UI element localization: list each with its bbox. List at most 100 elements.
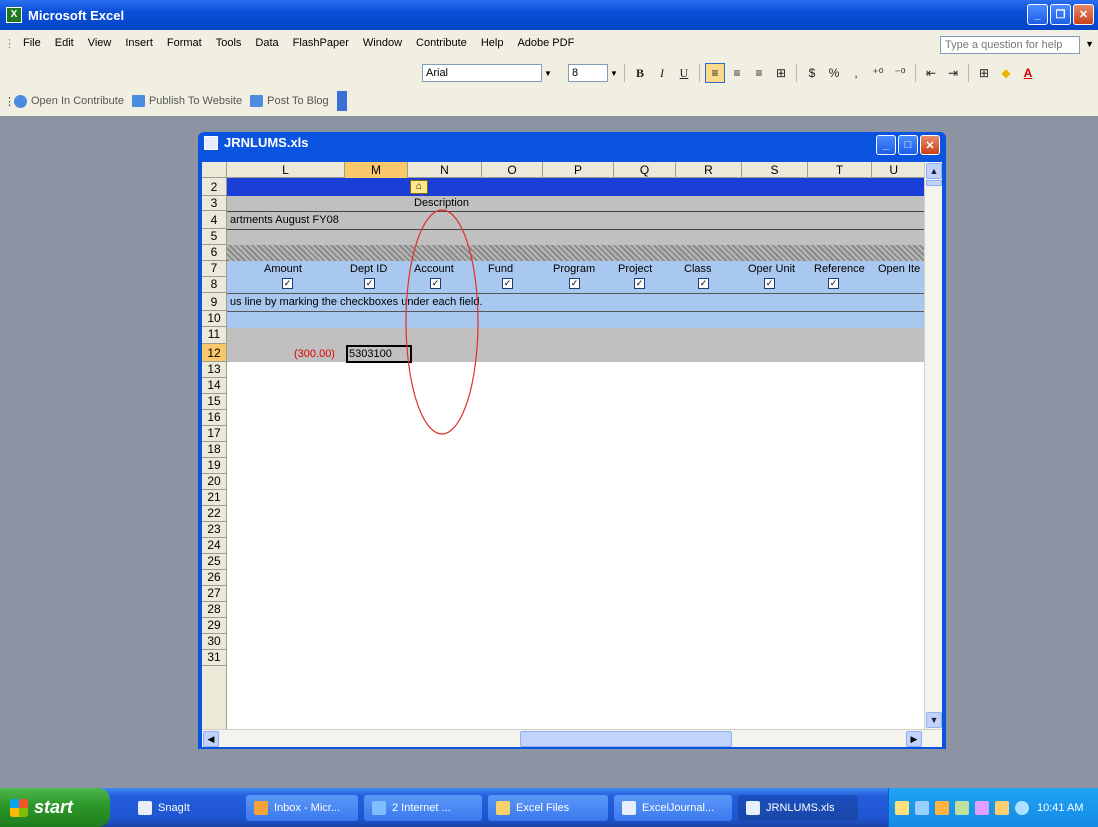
vertical-scroll-thumb[interactable] [926, 180, 942, 186]
row-header-17[interactable]: 17 [202, 426, 227, 442]
menu-file[interactable]: File [16, 37, 48, 49]
start-button[interactable]: start [0, 788, 110, 827]
underline-button[interactable]: U [674, 63, 694, 83]
column-header-s[interactable]: S [742, 162, 808, 178]
restore-button[interactable]: ❐ [1050, 4, 1071, 25]
currency-button[interactable]: $ [802, 63, 822, 83]
bold-button[interactable]: B [630, 63, 650, 83]
italic-button[interactable]: I [652, 63, 672, 83]
align-right-icon[interactable]: ≡ [749, 63, 769, 83]
taskbar-item-jrnlums[interactable]: JRNLUMS.xls [738, 794, 858, 821]
oper-unit-checkbox[interactable]: ✓ [764, 278, 775, 289]
workbook-maximize-button[interactable]: □ [898, 135, 918, 155]
font-name-select[interactable]: Arial [422, 64, 542, 82]
column-header-l[interactable]: L [227, 162, 345, 178]
row-header-14[interactable]: 14 [202, 378, 227, 394]
taskbar-item-snagit[interactable]: SnagIt [130, 795, 240, 821]
row-header-30[interactable]: 30 [202, 634, 227, 650]
fund-checkbox[interactable]: ✓ [502, 278, 513, 289]
spreadsheet-grid[interactable]: L M N O P Q R S T U ⌂ Description artmen… [202, 162, 942, 747]
scroll-up-icon[interactable]: ▲ [926, 163, 942, 179]
outlook-tray-icon[interactable] [935, 800, 949, 815]
column-header-t[interactable]: T [808, 162, 872, 178]
column-header-p[interactable]: P [543, 162, 614, 178]
project-checkbox[interactable]: ✓ [634, 278, 645, 289]
row-header-12[interactable]: 12 [202, 344, 227, 362]
row-header-15[interactable]: 15 [202, 394, 227, 410]
row-header-2[interactable]: 2 [202, 178, 227, 196]
toolbar-options-button[interactable] [336, 91, 347, 111]
row-header-29[interactable]: 29 [202, 618, 227, 634]
column-header-m[interactable]: M [345, 162, 408, 178]
row-header-21[interactable]: 21 [202, 490, 227, 506]
security-icon[interactable] [995, 800, 1009, 815]
row-header-4[interactable]: 4 [202, 211, 227, 229]
comma-button[interactable]: , [846, 63, 866, 83]
column-header-r[interactable]: R [676, 162, 742, 178]
mail-icon[interactable] [895, 800, 909, 815]
row-header-19[interactable]: 19 [202, 458, 227, 474]
row-header-5[interactable]: 5 [202, 229, 227, 245]
row-header-24[interactable]: 24 [202, 538, 227, 554]
row-header-7[interactable]: 7 [202, 261, 227, 277]
amount-checkbox[interactable]: ✓ [282, 278, 293, 289]
menu-adobe-pdf[interactable]: Adobe PDF [510, 37, 581, 49]
column-header-n[interactable]: N [408, 162, 482, 178]
close-button[interactable]: ✕ [1073, 4, 1094, 25]
open-in-contribute-button[interactable]: Open In Contribute [14, 94, 124, 108]
vertical-scrollbar[interactable]: ▲ ▼ [924, 162, 942, 729]
row-header-23[interactable]: 23 [202, 522, 227, 538]
volume-icon[interactable] [975, 800, 989, 815]
row-header-11[interactable]: 11 [202, 327, 227, 344]
home-icon[interactable]: ⌂ [410, 180, 428, 194]
row-header-13[interactable]: 13 [202, 362, 227, 378]
row-header-18[interactable]: 18 [202, 442, 227, 458]
app-tray-icon[interactable] [955, 800, 969, 815]
scroll-left-icon[interactable]: ◀ [203, 731, 219, 747]
font-color-icon[interactable]: A [1018, 63, 1038, 83]
reference-checkbox[interactable]: ✓ [828, 278, 839, 289]
size-dropdown-icon[interactable]: ▼ [608, 69, 620, 78]
workbook-close-button[interactable]: ✕ [920, 135, 940, 155]
row-header-3[interactable]: 3 [202, 196, 227, 211]
fill-color-icon[interactable]: ◆ [996, 63, 1016, 83]
program-checkbox[interactable]: ✓ [569, 278, 580, 289]
row-header-25[interactable]: 25 [202, 554, 227, 570]
search-icon[interactable] [1015, 800, 1029, 815]
menu-insert[interactable]: Insert [118, 37, 160, 49]
column-header-u[interactable]: U [872, 162, 902, 178]
menu-flashpaper[interactable]: FlashPaper [286, 37, 356, 49]
scroll-down-icon[interactable]: ▼ [926, 712, 942, 728]
row-header-28[interactable]: 28 [202, 602, 227, 618]
ask-question-input[interactable]: Type a question for help [940, 36, 1080, 54]
network-icon[interactable] [915, 800, 929, 815]
increase-decimal-icon[interactable]: ⁺⁰ [868, 63, 888, 83]
toolbar-grip-icon[interactable]: ⋮ [4, 95, 15, 108]
menu-contribute[interactable]: Contribute [409, 37, 474, 49]
publish-to-website-button[interactable]: Publish To Website [131, 95, 242, 107]
taskbar-item-internet[interactable]: 2 Internet ... [364, 794, 482, 821]
row-header-10[interactable]: 10 [202, 311, 227, 327]
row-header-26[interactable]: 26 [202, 570, 227, 586]
menu-window[interactable]: Window [356, 37, 409, 49]
row-header-8[interactable]: 8 [202, 277, 227, 293]
row-header-22[interactable]: 22 [202, 506, 227, 522]
taskbar-item-excel-files[interactable]: Excel Files [488, 794, 608, 821]
horizontal-scroll-thumb[interactable] [520, 731, 732, 747]
taskbar-item-inbox[interactable]: Inbox - Micr... [246, 794, 358, 821]
menu-data[interactable]: Data [248, 37, 285, 49]
row-header-20[interactable]: 20 [202, 474, 227, 490]
merge-center-icon[interactable]: ⊞ [771, 63, 791, 83]
percent-button[interactable]: % [824, 63, 844, 83]
clock[interactable]: 10:41 AM [1037, 802, 1083, 814]
row-header-31[interactable]: 31 [202, 650, 227, 666]
scroll-right-icon[interactable]: ▶ [906, 731, 922, 747]
menu-view[interactable]: View [81, 37, 119, 49]
decrease-decimal-icon[interactable]: ⁻⁰ [890, 63, 910, 83]
menu-format[interactable]: Format [160, 37, 209, 49]
menu-edit[interactable]: Edit [48, 37, 81, 49]
workbook-minimize-button[interactable]: _ [876, 135, 896, 155]
amount-cell[interactable]: (300.00) [294, 348, 335, 360]
row-header-6[interactable]: 6 [202, 245, 227, 261]
class-checkbox[interactable]: ✓ [698, 278, 709, 289]
